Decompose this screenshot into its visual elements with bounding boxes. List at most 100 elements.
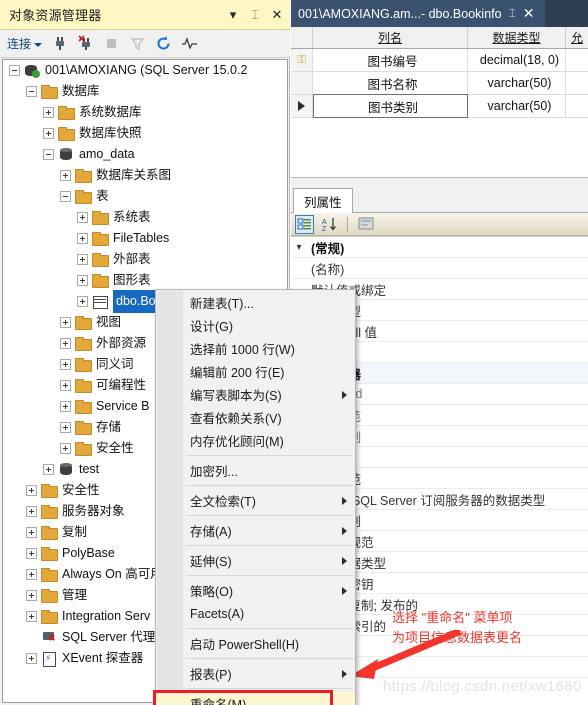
table-row[interactable]: 图书类别 varchar(50) (291, 94, 588, 118)
cell-data-type[interactable]: decimal(18, 0) (468, 49, 566, 71)
menu-item-label: 内存优化顾问(M) (190, 435, 284, 449)
alphabetical-sort-icon[interactable]: AZ (320, 215, 339, 234)
menu-item[interactable]: 编辑前 200 行(E) (156, 360, 355, 383)
submenu-arrow-icon (342, 587, 347, 595)
column-header-allow-nulls[interactable]: 允 (566, 27, 588, 48)
expand-icon[interactable] (60, 317, 71, 328)
expand-icon[interactable] (60, 170, 71, 181)
tree-node-label: 数据库快照 (79, 126, 142, 140)
expand-icon[interactable] (60, 380, 71, 391)
property-row[interactable]: (名称) (291, 258, 588, 279)
menu-item[interactable]: 查看依赖关系(V) (156, 406, 355, 429)
menu-item[interactable]: 重命名(M) (153, 690, 355, 705)
table-icon (92, 294, 108, 309)
menu-item[interactable]: 加密列... (156, 459, 355, 482)
expand-icon[interactable] (26, 506, 37, 517)
tab-column-properties[interactable]: 列属性 (293, 188, 353, 213)
close-icon[interactable]: ✕ (523, 5, 535, 22)
cell-column-name[interactable]: 图书类别 (313, 94, 468, 118)
expand-icon[interactable] (77, 296, 88, 307)
column-header-data-type[interactable]: 数据类型 (468, 27, 566, 48)
categorized-icon[interactable] (295, 214, 314, 234)
menu-item[interactable]: 存储(A) (156, 519, 355, 542)
expand-icon[interactable] (26, 590, 37, 601)
activity-monitor-icon[interactable] (181, 35, 198, 52)
pin-icon[interactable]: ⌶ (509, 6, 516, 21)
collapse-icon[interactable] (60, 191, 71, 202)
cell-column-name[interactable]: 图书名称 (313, 72, 468, 94)
cell-data-type[interactable]: varchar(50) (468, 95, 566, 117)
property-group-row[interactable]: ▾ (常规) (291, 237, 588, 258)
tree-node[interactable]: 数据库 (3, 81, 287, 102)
tree-node-label: 系统数据库 (79, 105, 142, 119)
column-header-column-name[interactable]: 列名 (313, 27, 468, 48)
expand-icon[interactable] (60, 359, 71, 370)
tree-node[interactable]: 系统表 (3, 207, 287, 228)
refresh-icon[interactable] (155, 35, 172, 52)
menu-item[interactable]: 选择前 1000 行(W) (156, 337, 355, 360)
context-menu-items[interactable]: 新建表(T)... 设计(G) 选择前 1000 行(W) 编辑前 200 行(E) 编… (153, 291, 355, 705)
cell-data-type[interactable]: varchar(50) (468, 72, 566, 94)
menu-item[interactable]: 编写表脚本为(S) (156, 383, 355, 406)
tree-node[interactable]: 表 (3, 186, 287, 207)
property-pages-icon[interactable] (356, 215, 375, 234)
tree-node[interactable]: 图形表 (3, 270, 287, 291)
chevron-down-icon[interactable]: ▾ (291, 242, 307, 253)
expand-icon[interactable] (26, 653, 37, 664)
collapse-icon[interactable] (26, 86, 37, 97)
tree-node[interactable]: 数据库关系图 (3, 165, 287, 186)
cell-allow-nulls[interactable] (566, 95, 588, 117)
menu-item[interactable]: 全文检索(T) (156, 489, 355, 512)
primary-key-icon[interactable]: ⚿ (291, 49, 313, 71)
expand-icon[interactable] (77, 275, 88, 286)
collapse-icon[interactable] (43, 149, 54, 160)
cell-allow-nulls[interactable] (566, 49, 588, 71)
current-row-indicator-icon[interactable] (291, 95, 313, 117)
menu-item[interactable]: Facets(A) (156, 602, 355, 625)
table-row[interactable]: ⚿ 图书编号 decimal(18, 0) (291, 49, 588, 72)
tree-node[interactable]: 001\AMOXIANG (SQL Server 15.0.2 (3, 60, 287, 81)
disconnect-icon[interactable] (77, 35, 94, 52)
cell-column-name[interactable]: 图书编号 (313, 49, 468, 71)
expand-icon[interactable] (60, 338, 71, 349)
table-row[interactable]: 图书名称 varchar(50) (291, 72, 588, 95)
expand-icon[interactable] (77, 254, 88, 265)
menu-item[interactable]: 报表(P) (156, 662, 355, 685)
expand-icon[interactable] (26, 527, 37, 538)
expand-icon[interactable] (43, 107, 54, 118)
expand-icon[interactable] (77, 212, 88, 223)
expand-icon[interactable] (26, 569, 37, 580)
pin-icon[interactable]: ⌶ (248, 7, 262, 23)
expand-icon[interactable] (60, 422, 71, 433)
tab-dbo-bookinfo[interactable]: 001\AMOXIANG.am...- dbo.Bookinfo ⌶ ✕ (291, 0, 545, 27)
filter-icon[interactable] (129, 35, 146, 52)
menu-item[interactable]: 设计(G) (156, 314, 355, 337)
connect-button[interactable]: 连接 (7, 35, 43, 52)
expand-icon[interactable] (26, 611, 37, 622)
expand-icon[interactable] (26, 548, 37, 559)
menu-item[interactable]: 延伸(S) (156, 549, 355, 572)
menu-item[interactable]: 内存优化顾问(M) (156, 429, 355, 452)
tree-node[interactable]: 外部表 (3, 249, 287, 270)
expand-icon[interactable] (60, 401, 71, 412)
collapse-icon[interactable] (9, 65, 20, 76)
tree-node[interactable]: FileTables (3, 228, 287, 249)
connect-object-explorer-icon[interactable] (51, 35, 68, 52)
cell-allow-nulls[interactable] (566, 72, 588, 94)
expand-icon[interactable] (43, 464, 54, 475)
tree-node[interactable]: 系统数据库 (3, 102, 287, 123)
expand-icon[interactable] (26, 485, 37, 496)
menu-item[interactable]: 新建表(T)... (156, 291, 355, 314)
tree-node[interactable]: amo_data (3, 144, 287, 165)
expand-icon[interactable] (43, 128, 54, 139)
tree-node[interactable]: 数据库快照 (3, 123, 287, 144)
menu-item[interactable]: 策略(O) (156, 579, 355, 602)
table-context-menu[interactable]: 新建表(T)... 设计(G) 选择前 1000 行(W) 编辑前 200 行(E) 编… (153, 289, 356, 705)
expand-icon[interactable] (60, 443, 71, 454)
table-designer-rows[interactable]: ⚿ 图书编号 decimal(18, 0) 图书名称 varchar(50) 图书类别 va… (291, 49, 588, 118)
expand-icon[interactable] (77, 233, 88, 244)
window-dropdown-icon[interactable]: ▾ (226, 7, 240, 23)
menu-item[interactable]: 启动 PowerShell(H) (156, 632, 355, 655)
row-selector[interactable] (291, 72, 313, 94)
close-icon[interactable]: ✕ (270, 7, 284, 23)
